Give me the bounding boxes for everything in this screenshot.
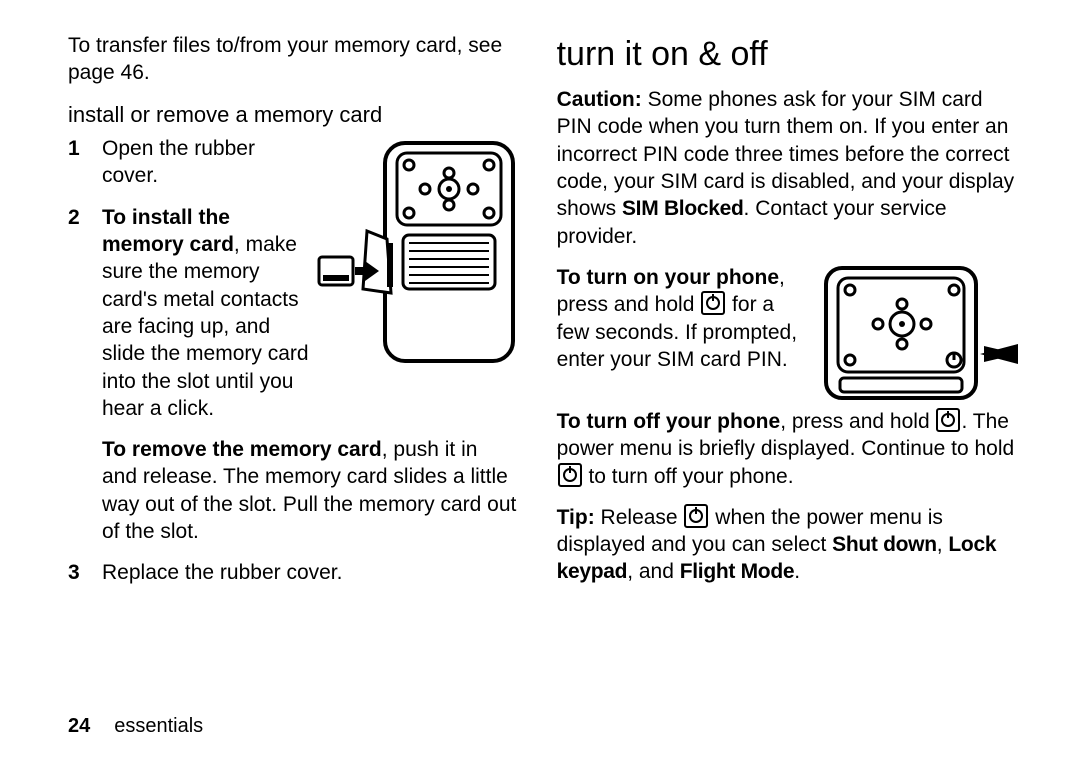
- step-3: Replace the rubber cover.: [68, 559, 517, 586]
- turn-on-off-heading: turn it on & off: [557, 32, 1020, 76]
- caution-paragraph: Caution: Some phones ask for your SIM ca…: [557, 86, 1020, 250]
- page-footer: 24 essentials: [68, 715, 203, 738]
- step-3-text: Replace the rubber cover.: [102, 561, 342, 584]
- turn-off-text-a: , press and hold: [780, 410, 935, 433]
- step-1-text: Open the rubber cover.: [102, 137, 255, 187]
- turn-on-bold: To turn on your phone: [557, 266, 779, 289]
- install-steps-list: Open the rubber cover. To install the me…: [68, 135, 517, 586]
- right-column: turn it on & off Caution: Some phones as…: [557, 32, 1020, 601]
- two-column-layout: To transfer files to/from your memory ca…: [68, 32, 1020, 601]
- option-flight-mode: Flight Mode: [680, 560, 795, 583]
- option-shutdown: Shut down: [832, 533, 937, 556]
- tip-paragraph: Tip: Release when the power menu is disp…: [557, 504, 1020, 586]
- tip-label: Tip:: [557, 506, 595, 529]
- tip-text-e: .: [794, 560, 800, 583]
- power-icon: [558, 463, 582, 487]
- turn-on-block: To turn on your phone, press and hold fo…: [557, 264, 1020, 408]
- tip-text-c: ,: [937, 533, 949, 556]
- step-2-remove-bold: To remove the memory card: [102, 438, 382, 461]
- power-icon: [936, 408, 960, 432]
- section-name: essentials: [114, 715, 203, 737]
- manual-page: To transfer files to/from your memory ca…: [0, 0, 1080, 766]
- step-1: Open the rubber cover.: [68, 135, 517, 190]
- phone-power-illustration: [820, 264, 1020, 404]
- turn-off-bold: To turn off your phone: [557, 410, 781, 433]
- transfer-intro-text: To transfer files to/from your memory ca…: [68, 32, 517, 87]
- step-2-install-text-b: are facing up, and slide the memory card…: [102, 315, 309, 420]
- install-remove-subheading: install or remove a memory card: [68, 101, 517, 130]
- power-icon: [684, 504, 708, 528]
- sim-blocked-text: SIM Blocked: [622, 197, 744, 220]
- step-2-install-bold: To install the memory card: [102, 206, 234, 256]
- power-icon: [701, 291, 725, 315]
- page-number: 24: [68, 715, 90, 737]
- step-2-remove-para: To remove the memory card, push it in an…: [102, 436, 517, 545]
- step-2: To install the memory card, make sure th…: [68, 204, 517, 546]
- caution-label: Caution:: [557, 88, 642, 111]
- left-column: To transfer files to/from your memory ca…: [68, 32, 517, 601]
- turn-off-paragraph: To turn off your phone, press and hold .…: [557, 408, 1020, 490]
- tip-text-d: , and: [627, 560, 680, 583]
- tip-text-a: Release: [595, 506, 684, 529]
- turn-off-text-c: to turn off your phone.: [583, 465, 794, 488]
